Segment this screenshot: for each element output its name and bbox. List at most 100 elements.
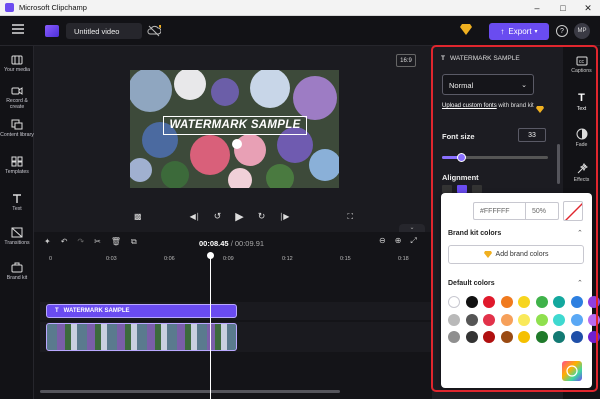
undo-icon[interactable]: ↶ (61, 237, 68, 247)
nav-transitions[interactable]: Transitions (0, 227, 34, 246)
align-right-button[interactable] (472, 185, 482, 193)
color-swatch[interactable] (570, 331, 583, 343)
redo-icon[interactable]: ↷ (77, 237, 84, 247)
zoom-in-icon[interactable]: ⊕ (395, 236, 402, 246)
zoom-out-icon[interactable]: ⊖ (379, 236, 386, 246)
timeline-scrollbar[interactable] (40, 390, 340, 393)
color-swatch[interactable] (518, 331, 530, 343)
delete-icon[interactable]: 🗑 (111, 237, 121, 247)
total-time: / 00:09.91 (230, 239, 265, 248)
no-color-swatch[interactable] (563, 201, 583, 221)
expand-timeline-button[interactable]: ⌄ (399, 224, 425, 232)
fullscreen-icon[interactable]: ⛶ (347, 212, 353, 222)
color-swatch[interactable] (553, 313, 565, 326)
magic-wand-icon[interactable]: ✦ (44, 237, 51, 247)
color-swatch[interactable] (483, 331, 495, 343)
ruler-tick: 0:09 (223, 256, 234, 262)
color-swatch[interactable] (553, 331, 565, 343)
color-swatch[interactable] (448, 313, 460, 326)
avatar[interactable]: MP (574, 23, 590, 39)
close-window-button[interactable]: ✕ (575, 0, 600, 16)
nav-label: Templates (5, 169, 29, 175)
color-swatch[interactable] (588, 296, 600, 308)
premium-gem-icon[interactable] (460, 24, 472, 35)
font-size-slider-thumb[interactable] (457, 153, 466, 162)
export-button[interactable]: ↑ Export ▾ (489, 23, 549, 40)
color-swatch[interactable] (570, 296, 583, 308)
custom-color-picker-button[interactable] (562, 361, 582, 381)
color-swatch[interactable] (500, 331, 513, 343)
font-size-slider[interactable] (442, 153, 548, 162)
align-center-button[interactable] (457, 185, 467, 193)
fit-to-screen-icon[interactable]: ⤢ (410, 236, 416, 246)
rail-captions[interactable]: cc Captions (563, 56, 600, 74)
playhead[interactable] (210, 258, 211, 399)
rail-text[interactable]: T Text (563, 92, 600, 112)
color-swatch[interactable] (465, 331, 478, 343)
clipchamp-logo (5, 3, 14, 12)
alignment-label: Alignment (442, 173, 479, 182)
play-button-icon[interactable]: ▶ (235, 210, 243, 223)
menu-icon[interactable] (12, 24, 24, 34)
color-swatch[interactable] (448, 331, 460, 343)
help-button[interactable]: ? (556, 25, 568, 37)
color-swatch[interactable] (535, 313, 548, 326)
rail-fade[interactable]: Fade (563, 128, 600, 148)
color-swatch[interactable] (465, 313, 478, 326)
upload-fonts-link[interactable]: Upload custom fonts (442, 103, 497, 109)
nav-record-create[interactable]: Record & create (0, 86, 34, 110)
collapse-brand-colors-icon[interactable]: ⌃ (577, 229, 583, 237)
skip-forward-icon[interactable]: ∣▶ (279, 212, 289, 221)
color-swatch[interactable] (500, 313, 513, 326)
video-clip[interactable] (46, 323, 237, 351)
aspect-ratio-button[interactable]: 16:9 (396, 54, 416, 67)
collapse-default-colors-icon[interactable]: ⌃ (577, 279, 583, 287)
opacity-input[interactable]: 50% (525, 202, 559, 220)
split-scissors-icon[interactable]: ✂ (94, 237, 101, 247)
color-swatch[interactable] (535, 331, 548, 343)
color-swatch[interactable] (465, 296, 478, 308)
hex-color-input[interactable]: #FFFFFF (473, 202, 525, 220)
color-swatch[interactable] (570, 313, 583, 326)
color-swatch[interactable] (588, 331, 600, 343)
window-title: Microsoft Clipchamp (19, 3, 87, 12)
text-clip[interactable]: T WATERMARK SAMPLE (46, 304, 237, 318)
captions-off-icon[interactable]: ▩ (134, 212, 142, 221)
panel-scrollbar[interactable] (557, 144, 560, 184)
color-swatch[interactable] (483, 296, 495, 308)
brand-kit-icon (11, 262, 23, 273)
cloud-off-icon[interactable] (147, 25, 161, 37)
color-swatch[interactable] (518, 313, 530, 326)
rewind-5-icon[interactable]: ↺ (214, 211, 222, 222)
nav-your-media[interactable]: Your media (0, 55, 34, 73)
align-left-button[interactable] (442, 185, 452, 193)
default-color-grid (448, 296, 600, 346)
maximize-button[interactable]: □ (550, 0, 576, 16)
color-swatch[interactable] (500, 296, 513, 308)
duplicate-icon[interactable]: ⧉ (131, 237, 137, 247)
no-color-icon (565, 203, 582, 220)
nav-text[interactable]: Text (0, 193, 34, 212)
rotate-handle-icon[interactable] (232, 139, 242, 149)
nav-brand-kit[interactable]: Brand kit (0, 262, 34, 281)
project-name-input[interactable]: Untitled video (66, 23, 142, 39)
color-swatch[interactable] (483, 313, 495, 326)
nav-content-library[interactable]: Content library (0, 119, 34, 138)
text-style-dropdown[interactable]: Normal ⌄ (442, 74, 534, 95)
video-preview[interactable]: WATERMARK SAMPLE (130, 70, 339, 188)
color-swatch[interactable] (553, 296, 565, 308)
color-swatch[interactable] (535, 296, 548, 308)
playhead-handle[interactable] (207, 252, 214, 259)
font-size-label: Font size (442, 132, 475, 141)
add-brand-colors-button[interactable]: Add brand colors (448, 245, 584, 264)
rail-effects[interactable]: Effects (563, 163, 600, 183)
color-swatch[interactable] (518, 296, 530, 308)
export-label: Export (508, 27, 532, 36)
color-swatch[interactable] (588, 313, 600, 326)
nav-templates[interactable]: Templates (0, 156, 34, 175)
font-size-input[interactable]: 33 (518, 128, 546, 142)
color-swatch[interactable] (448, 296, 460, 308)
forward-5-icon[interactable]: ↻ (258, 211, 266, 222)
skip-back-icon[interactable]: ◀∣ (190, 212, 200, 221)
minimize-button[interactable]: – (524, 0, 550, 16)
